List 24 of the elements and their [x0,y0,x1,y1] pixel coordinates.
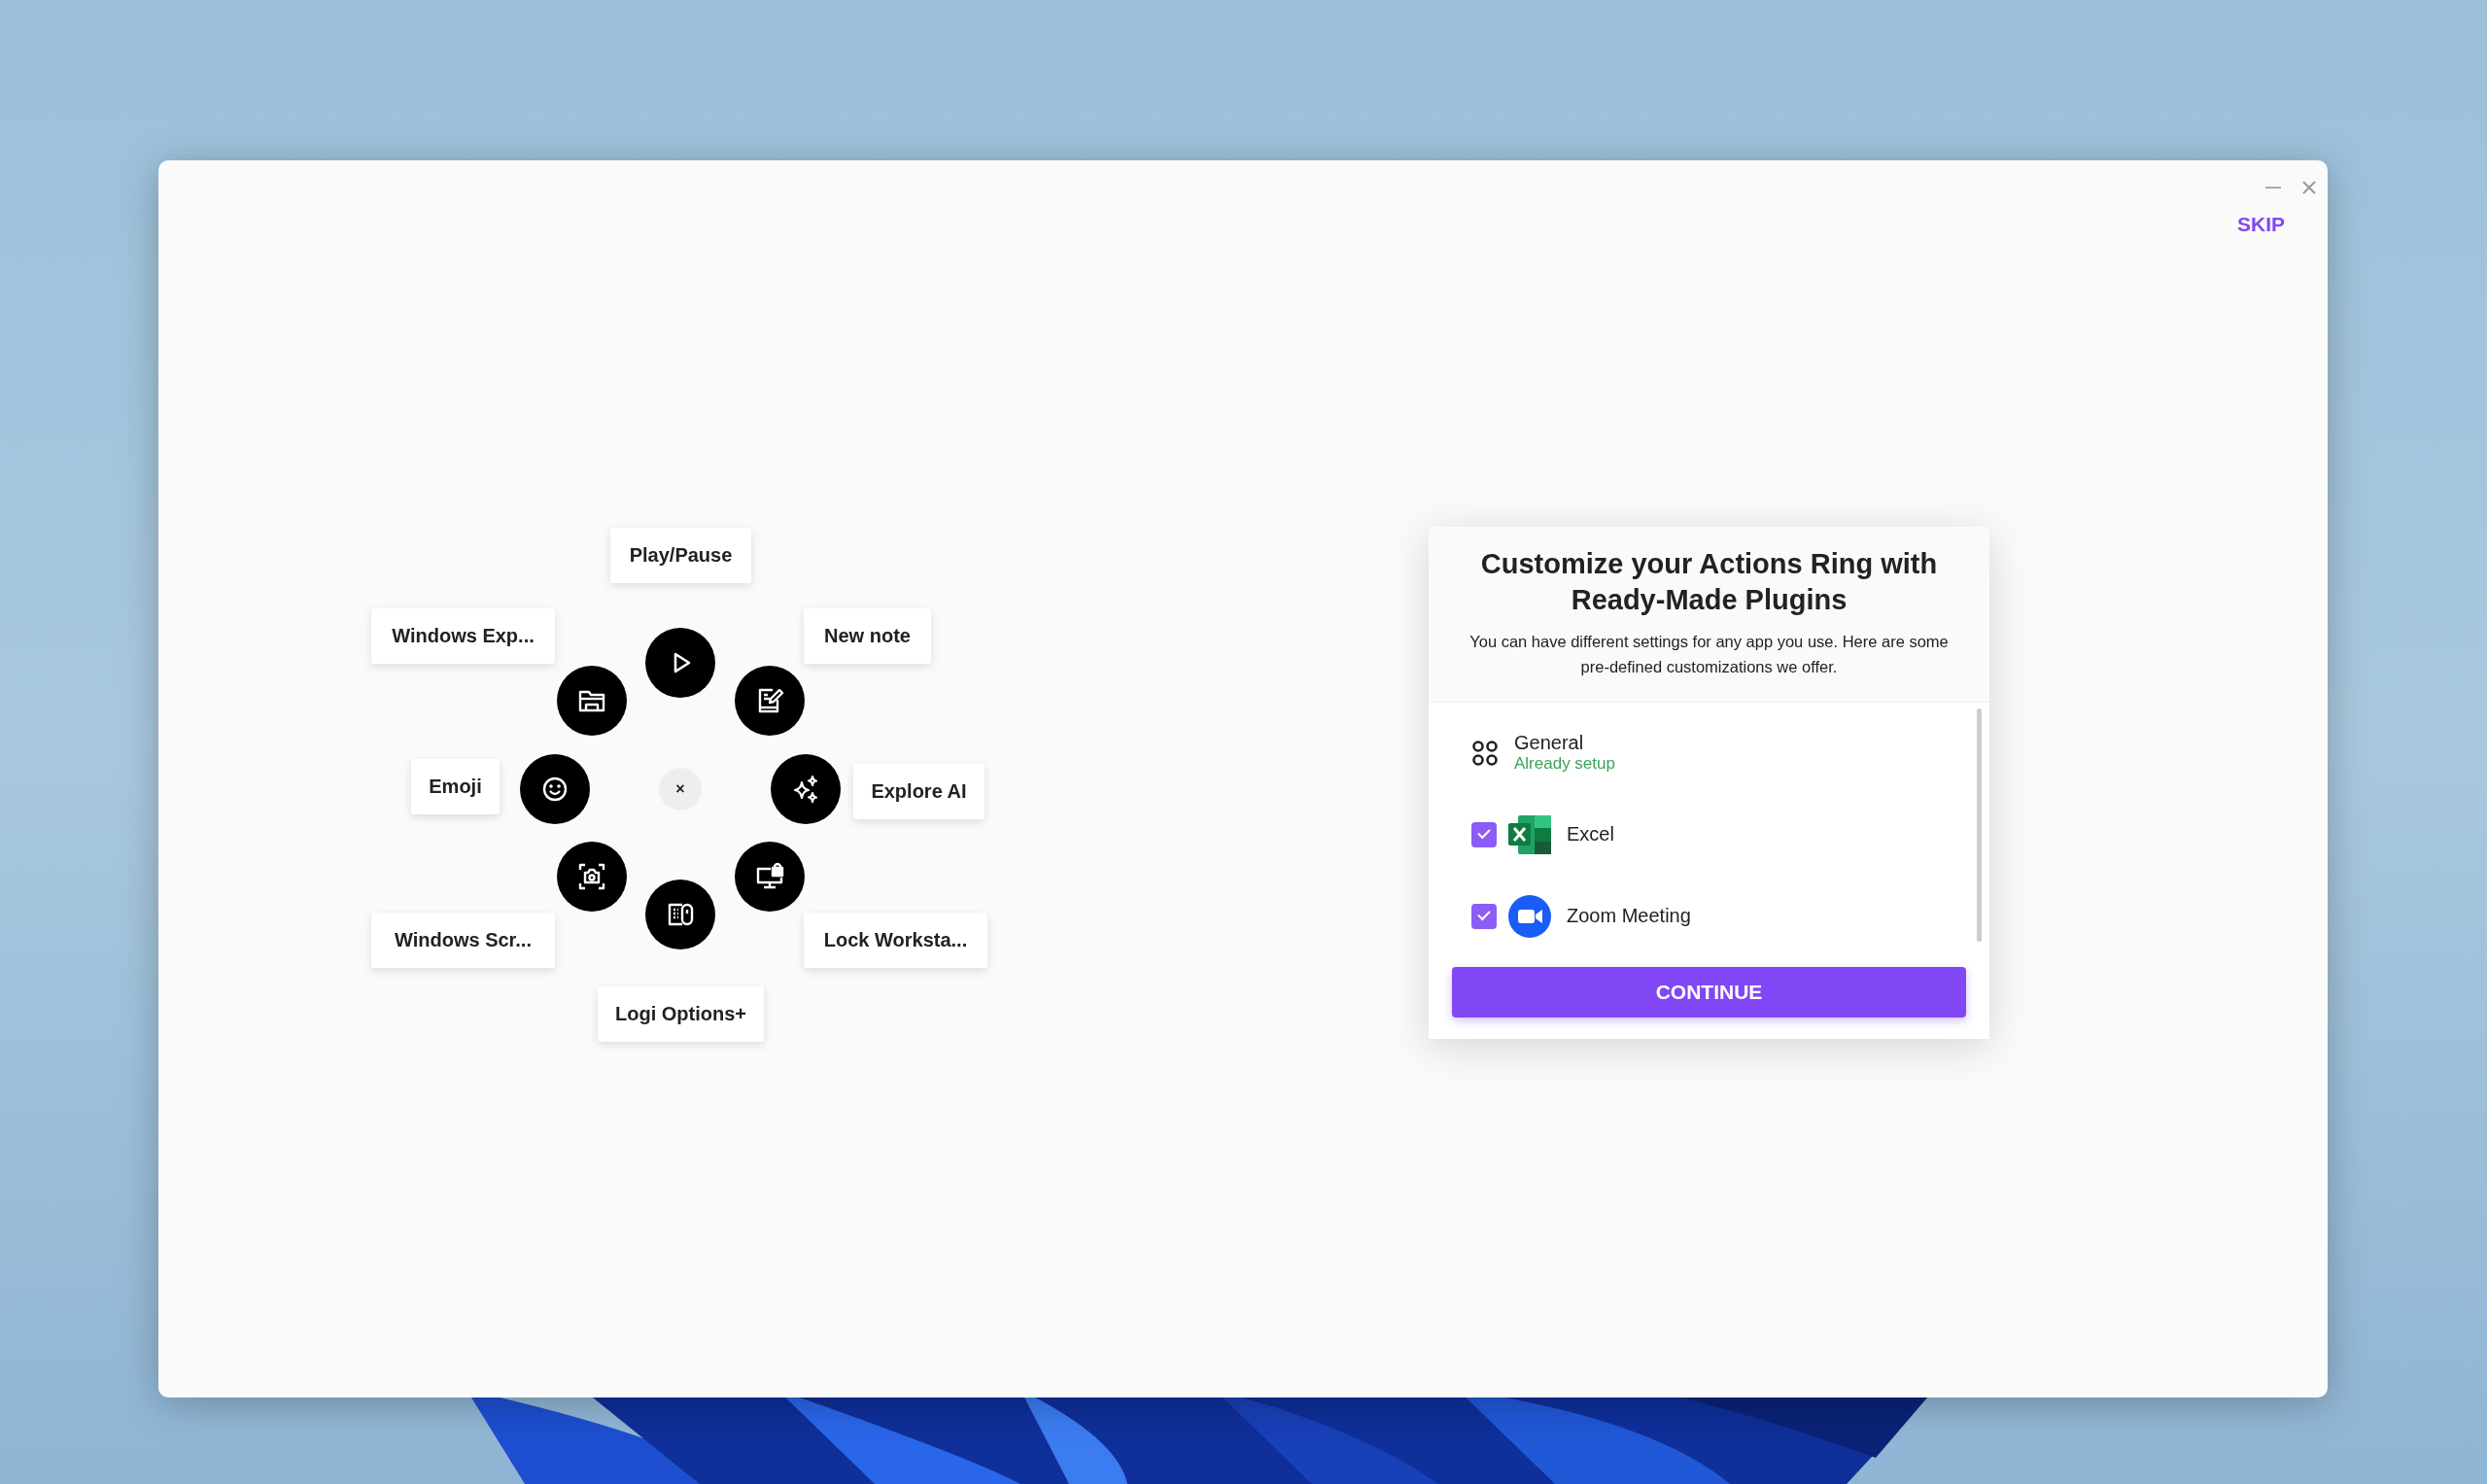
action-label[interactable]: New note [804,607,931,664]
plugin-checkbox[interactable] [1471,903,1497,929]
plugin-checkbox[interactable] [1471,821,1497,847]
card-title: Customize your Actions Ring with Ready-Made Plugins [1479,547,1939,617]
action-label[interactable]: Emoji [411,758,500,814]
action-label[interactable]: Windows Scr... [371,912,555,968]
four-circles-icon [1471,739,1499,767]
plugin-name: General [1514,732,1585,755]
action-label[interactable]: Explore AI [853,763,984,819]
plugin-status: Already setup [1514,754,1615,775]
close-icon[interactable] [2302,181,2316,194]
plugin-name: Excel [1567,823,1614,846]
action-label[interactable]: Windows Exp... [371,607,555,664]
plugin-name: Zoom Meeting [1567,905,1691,928]
action-label[interactable]: Logi Options+ [598,985,764,1042]
action-label[interactable]: Play/Pause [610,527,751,583]
spreadsheet-app-icon [1508,812,1551,856]
continue-button[interactable]: CONTINUE [1452,966,1966,1018]
scrollbar[interactable] [1977,707,1982,942]
action-label[interactable]: Lock Worksta... [804,912,987,968]
video-camera-app-icon [1508,894,1551,938]
card-description: You can have different settings for any app you use. Here are some pre-defined customizations we offer. [1468,631,1950,678]
close-ring-button[interactable]: × [659,767,702,811]
skip-link[interactable]: SKIP [2237,213,2285,236]
